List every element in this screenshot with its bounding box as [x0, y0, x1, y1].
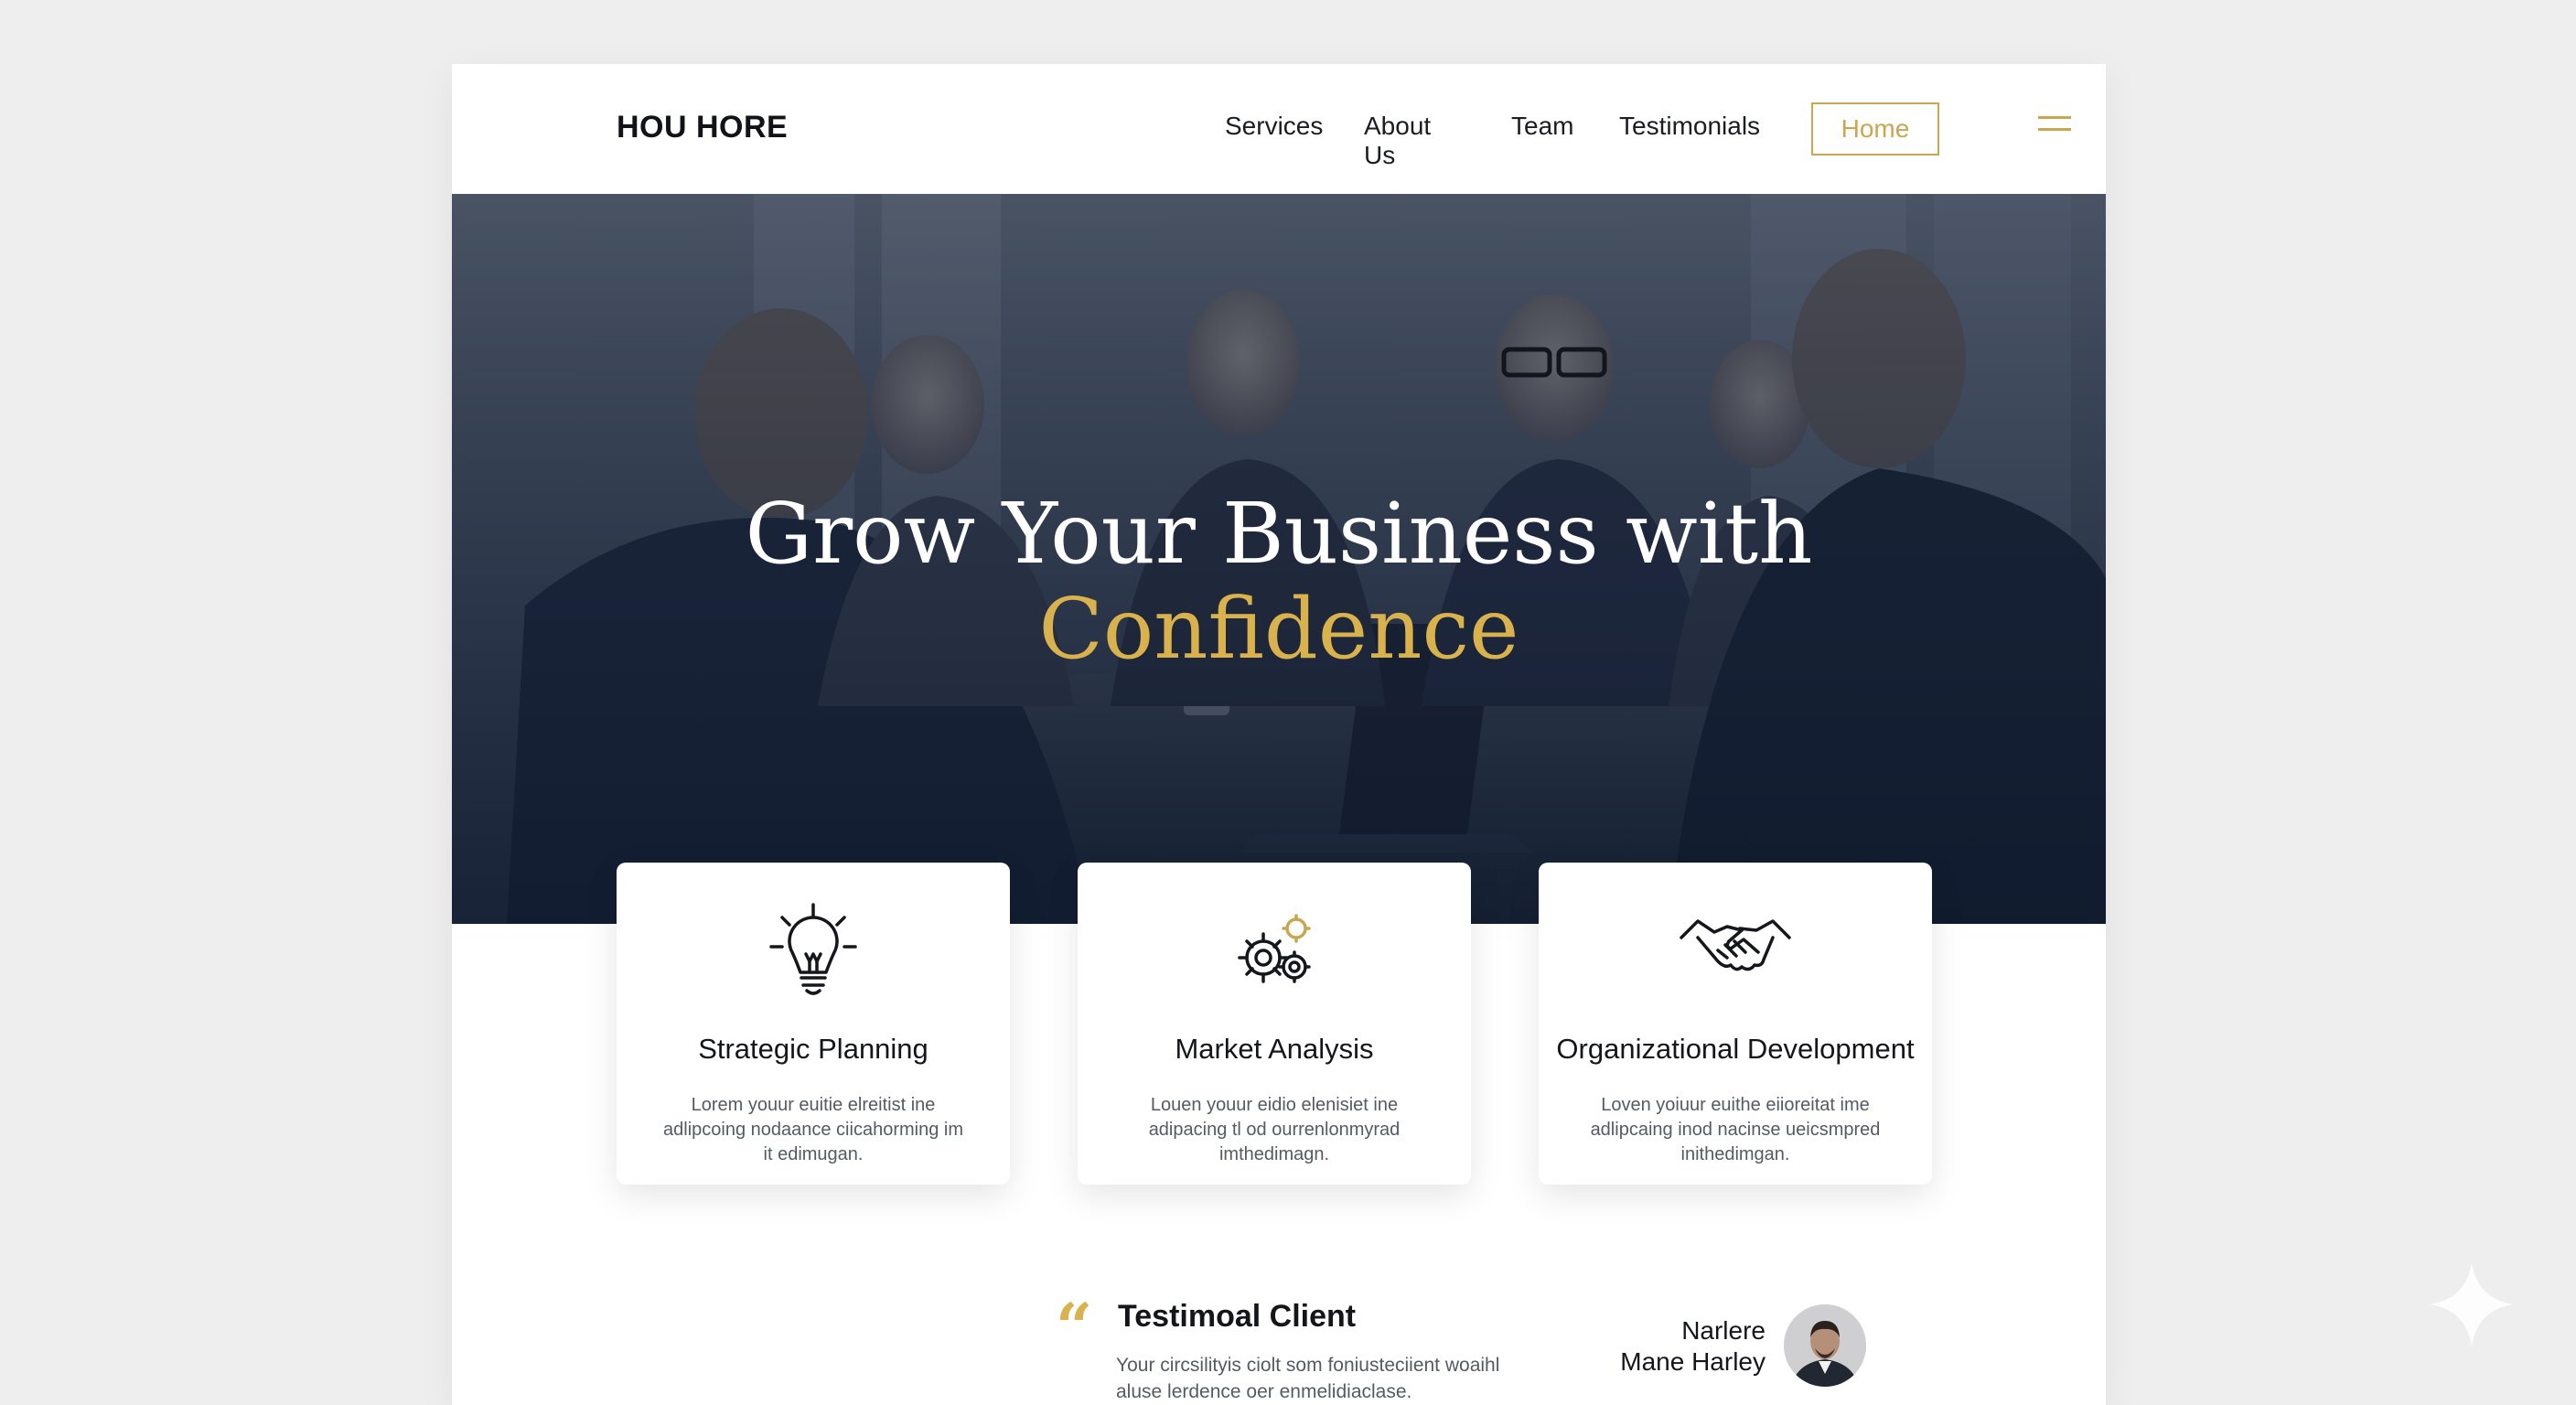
gears-icon [1078, 901, 1471, 1002]
brand-logo[interactable]: HOU HORE [617, 110, 788, 145]
hero-title-accent: Confidence [1038, 580, 1519, 678]
testimonial-title: Testimoal Client [1118, 1299, 1357, 1334]
card-title: Market Analysis [1175, 1033, 1374, 1065]
sparkle-icon [2426, 1259, 2517, 1350]
nav-link-about-us[interactable]: About Us [1364, 112, 1431, 170]
testimonial-text: Your circsilityis ciolt som foniusteciie… [1116, 1355, 1500, 1402]
card-text: Louen youur eidio elenisiet ine adipacin… [1148, 1095, 1401, 1164]
nav-link-services[interactable]: Services [1225, 112, 1323, 141]
nav-link-testimonials[interactable]: Testimonials [1619, 112, 1760, 141]
hero-section: Grow Your Business with Confidence [452, 194, 2106, 924]
card-title: Strategic Planning [698, 1033, 928, 1065]
client-name-line2: Mane Harley [1620, 1347, 1766, 1376]
hero-title: Grow Your Business with [745, 485, 1813, 583]
card-title: Organizational Development [1556, 1033, 1915, 1065]
client-name-line1: Narlere [1681, 1316, 1766, 1345]
webpage: HOU HORE Services About Us Team Testimon… [452, 64, 2106, 1405]
service-card-organizational-development[interactable]: Organizational Development Loven yoiuur … [1539, 863, 1932, 1185]
client-avatar [1784, 1304, 1866, 1387]
card-text: Lorem youur euitie elreitist ine adlipco… [663, 1095, 963, 1164]
card-text: Loven yoiuur euithe eiioreitat ime adlip… [1590, 1095, 1881, 1164]
hamburger-icon[interactable] [2038, 114, 2075, 138]
handshake-icon [1539, 901, 1932, 1002]
service-card-market-analysis[interactable]: Market Analysis Louen youur eidio elenis… [1078, 863, 1471, 1185]
navbar: HOU HORE Services About Us Team Testimon… [452, 64, 2106, 194]
quote-icon: “ [1056, 1289, 1093, 1365]
home-button[interactable]: Home [1811, 102, 1939, 156]
nav-link-team[interactable]: Team [1511, 112, 1573, 141]
service-card-strategic-planning[interactable]: Strategic Planning Lorem youur euitie el… [617, 863, 1010, 1185]
lightbulb-icon [617, 901, 1010, 1002]
client-name: Narlere Mane Harley [1586, 1315, 1766, 1378]
